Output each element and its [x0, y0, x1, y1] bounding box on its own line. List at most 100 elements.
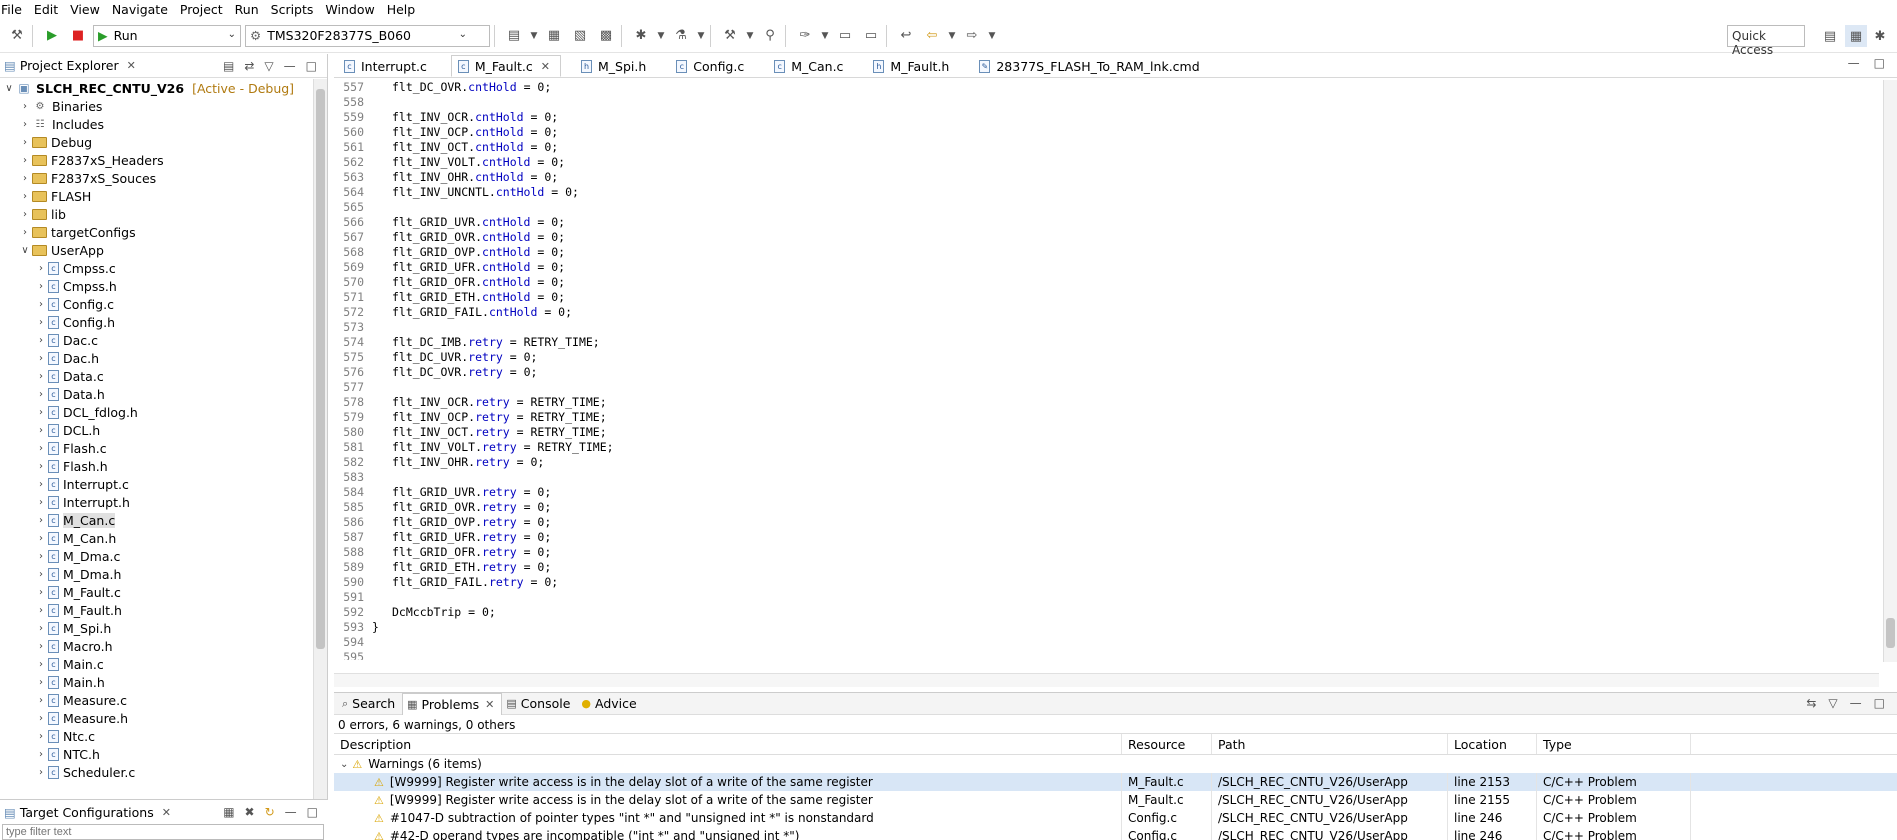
- chevron-right-icon[interactable]: ›: [34, 353, 48, 364]
- chevron-right-icon[interactable]: ›: [34, 515, 48, 526]
- back-arrow-icon[interactable]: ⇦: [921, 25, 943, 47]
- minimize-icon[interactable]: —: [1850, 696, 1862, 710]
- build-hammer-icon[interactable]: ⚒: [6, 25, 28, 47]
- editor-tab-config-c[interactable]: c Config.c: [670, 55, 754, 77]
- problem-row[interactable]: ⚠ [W9999] Register write access is in the…: [334, 773, 1897, 791]
- focus-icon[interactable]: ⇆: [1806, 696, 1816, 710]
- editor-scrollbar[interactable]: [1883, 80, 1897, 662]
- tree-item-file-data-h[interactable]: › c Data.h: [0, 385, 327, 403]
- column-header-resource[interactable]: Resource: [1122, 734, 1212, 754]
- new-icon[interactable]: ▤: [503, 25, 525, 47]
- stop-icon[interactable]: ■: [67, 25, 89, 47]
- chevron-right-icon[interactable]: ›: [18, 137, 32, 148]
- collapse-all-icon[interactable]: ▤: [223, 59, 234, 73]
- chevron-right-icon[interactable]: ›: [34, 497, 48, 508]
- chevron-down-icon[interactable]: ∨: [18, 245, 32, 256]
- tree-item-file-measure-h[interactable]: › c Measure.h: [0, 709, 327, 727]
- chevron-right-icon[interactable]: ›: [34, 371, 48, 382]
- chevron-right-icon[interactable]: ›: [34, 641, 48, 652]
- chevron-right-icon[interactable]: ›: [34, 749, 48, 760]
- close-icon[interactable]: ✕: [485, 698, 494, 711]
- search-icon[interactable]: ⚲: [759, 25, 781, 47]
- tree-item-file-measure-c[interactable]: › c Measure.c: [0, 691, 327, 709]
- column-header-path[interactable]: Path: [1212, 734, 1448, 754]
- tree-item-file-dcl-fdlog-h[interactable]: › c DCL_fdlog.h: [0, 403, 327, 421]
- editor-tab-interrupt-c[interactable]: c Interrupt.c: [338, 55, 437, 77]
- dropdown-icon[interactable]: ▼: [820, 25, 830, 47]
- editor-tab-28377s-flash-to-ram-lnk-cmd[interactable]: ✎ 28377S_FLASH_To_RAM_lnk.cmd: [973, 55, 1209, 77]
- bottom-tab-problems[interactable]: ▦ Problems ✕: [402, 692, 503, 715]
- dropdown-icon[interactable]: ▼: [656, 25, 666, 47]
- menu-item-run[interactable]: Run: [235, 2, 265, 17]
- tree-item-file-m-spi-h[interactable]: › c M_Spi.h: [0, 619, 327, 637]
- chevron-right-icon[interactable]: ›: [34, 551, 48, 562]
- tree-item-file-cmpss-c[interactable]: › c Cmpss.c: [0, 259, 327, 277]
- tree-item-file-dac-c[interactable]: › c Dac.c: [0, 331, 327, 349]
- tree-item-file-m-dma-c[interactable]: › c M_Dma.c: [0, 547, 327, 565]
- chevron-right-icon[interactable]: ›: [34, 425, 48, 436]
- editor-tab-m-can-c[interactable]: c M_Can.c: [768, 55, 853, 77]
- tree-item-folder-f2837xs-souces[interactable]: › F2837xS_Souces: [0, 169, 327, 187]
- bottom-tab-advice[interactable]: ● Advice: [577, 693, 643, 715]
- chevron-right-icon[interactable]: ›: [34, 713, 48, 724]
- column-header-type[interactable]: Type: [1537, 734, 1691, 754]
- chevron-right-icon[interactable]: ›: [34, 659, 48, 670]
- dropdown-icon[interactable]: ▼: [947, 25, 957, 47]
- editor-horizontal-scrollbar[interactable]: [334, 673, 1879, 687]
- scrollbar-thumb[interactable]: [1886, 618, 1895, 648]
- tree-scrollbar[interactable]: [313, 79, 327, 839]
- quick-access-field[interactable]: Quick Access: [1727, 25, 1805, 57]
- editor-tab-m-spi-h[interactable]: h M_Spi.h: [575, 55, 656, 77]
- chevron-right-icon[interactable]: ›: [34, 317, 48, 328]
- maximize-icon[interactable]: □: [306, 59, 317, 73]
- tree-item-file-ntc-h[interactable]: › c NTC.h: [0, 745, 327, 763]
- menu-item-window[interactable]: Window: [325, 2, 380, 17]
- column-header-location[interactable]: Location: [1448, 734, 1537, 754]
- ccs-edit-perspective-icon[interactable]: ▦: [1845, 25, 1867, 47]
- chevron-right-icon[interactable]: ›: [34, 533, 48, 544]
- save-all-icon[interactable]: ▧: [569, 25, 591, 47]
- chevron-right-icon[interactable]: ›: [34, 461, 48, 472]
- chevron-right-icon[interactable]: ›: [18, 209, 32, 220]
- close-icon[interactable]: ✕: [541, 60, 550, 73]
- chevron-right-icon[interactable]: ›: [18, 119, 32, 130]
- tree-item-folder-lib[interactable]: › lib: [0, 205, 327, 223]
- chevron-down-icon[interactable]: ∨: [2, 83, 16, 94]
- minimize-icon[interactable]: —: [284, 59, 296, 73]
- dropdown-icon[interactable]: ▼: [745, 25, 755, 47]
- maximize-icon[interactable]: □: [1874, 696, 1885, 710]
- close-icon[interactable]: ✕: [127, 59, 136, 72]
- minimize-icon[interactable]: —: [1848, 56, 1860, 70]
- run-config-combo[interactable]: ▶ Run ⌄: [93, 24, 241, 47]
- chevron-right-icon[interactable]: ›: [18, 191, 32, 202]
- tools-icon[interactable]: ⚒: [719, 25, 741, 47]
- tree-item-file-macro-h[interactable]: › c Macro.h: [0, 637, 327, 655]
- chevron-right-icon[interactable]: ›: [34, 299, 48, 310]
- chevron-right-icon[interactable]: ›: [18, 155, 32, 166]
- tree-item-file-scheduler-c[interactable]: › c Scheduler.c: [0, 763, 327, 781]
- chevron-right-icon[interactable]: ›: [34, 731, 48, 742]
- editor-tab-m-fault-c[interactable]: c M_Fault.c ✕: [450, 55, 561, 77]
- code-area[interactable]: 557 flt_DC_OVR.cntHold = 0; 558 559 flt_INV_…: [334, 80, 1879, 660]
- menu-item-help[interactable]: Help: [387, 2, 422, 17]
- tree-item-file-m-fault-h[interactable]: › c M_Fault.h: [0, 601, 327, 619]
- tree-item-file-main-c[interactable]: › c Main.c: [0, 655, 327, 673]
- tree-item-file-m-dma-h[interactable]: › c M_Dma.h: [0, 565, 327, 583]
- bottom-tab-search[interactable]: ⌕ Search: [338, 693, 402, 715]
- debug-icon[interactable]: ✱: [630, 25, 652, 47]
- tree-item-file-interrupt-h[interactable]: › c Interrupt.h: [0, 493, 327, 511]
- problem-row[interactable]: ⚠ #42-D operand types are incompatible ("…: [334, 827, 1897, 840]
- menu-item-view[interactable]: View: [70, 2, 106, 17]
- next-annotation-icon[interactable]: ▭: [860, 25, 882, 47]
- tree-item-file-cmpss-h[interactable]: › c Cmpss.h: [0, 277, 327, 295]
- scrollbar-thumb[interactable]: [316, 89, 325, 649]
- problem-row[interactable]: ⚠ [W9999] Register write access is in the…: [334, 791, 1897, 809]
- chevron-right-icon[interactable]: ›: [34, 623, 48, 634]
- tree-item-file-dac-h[interactable]: › c Dac.h: [0, 349, 327, 367]
- view-menu-icon[interactable]: ▽: [1828, 696, 1837, 710]
- chevron-right-icon[interactable]: ›: [34, 605, 48, 616]
- chevron-right-icon[interactable]: ›: [34, 389, 48, 400]
- target-combo[interactable]: ⚙ TMS320F28377S_B060 ⌄: [245, 24, 490, 47]
- project-explorer-tab[interactable]: ▤ Project Explorer ✕ ▤ ⇄ ▽ — □: [0, 54, 327, 78]
- tree-item-file-m-fault-c[interactable]: › c M_Fault.c: [0, 583, 327, 601]
